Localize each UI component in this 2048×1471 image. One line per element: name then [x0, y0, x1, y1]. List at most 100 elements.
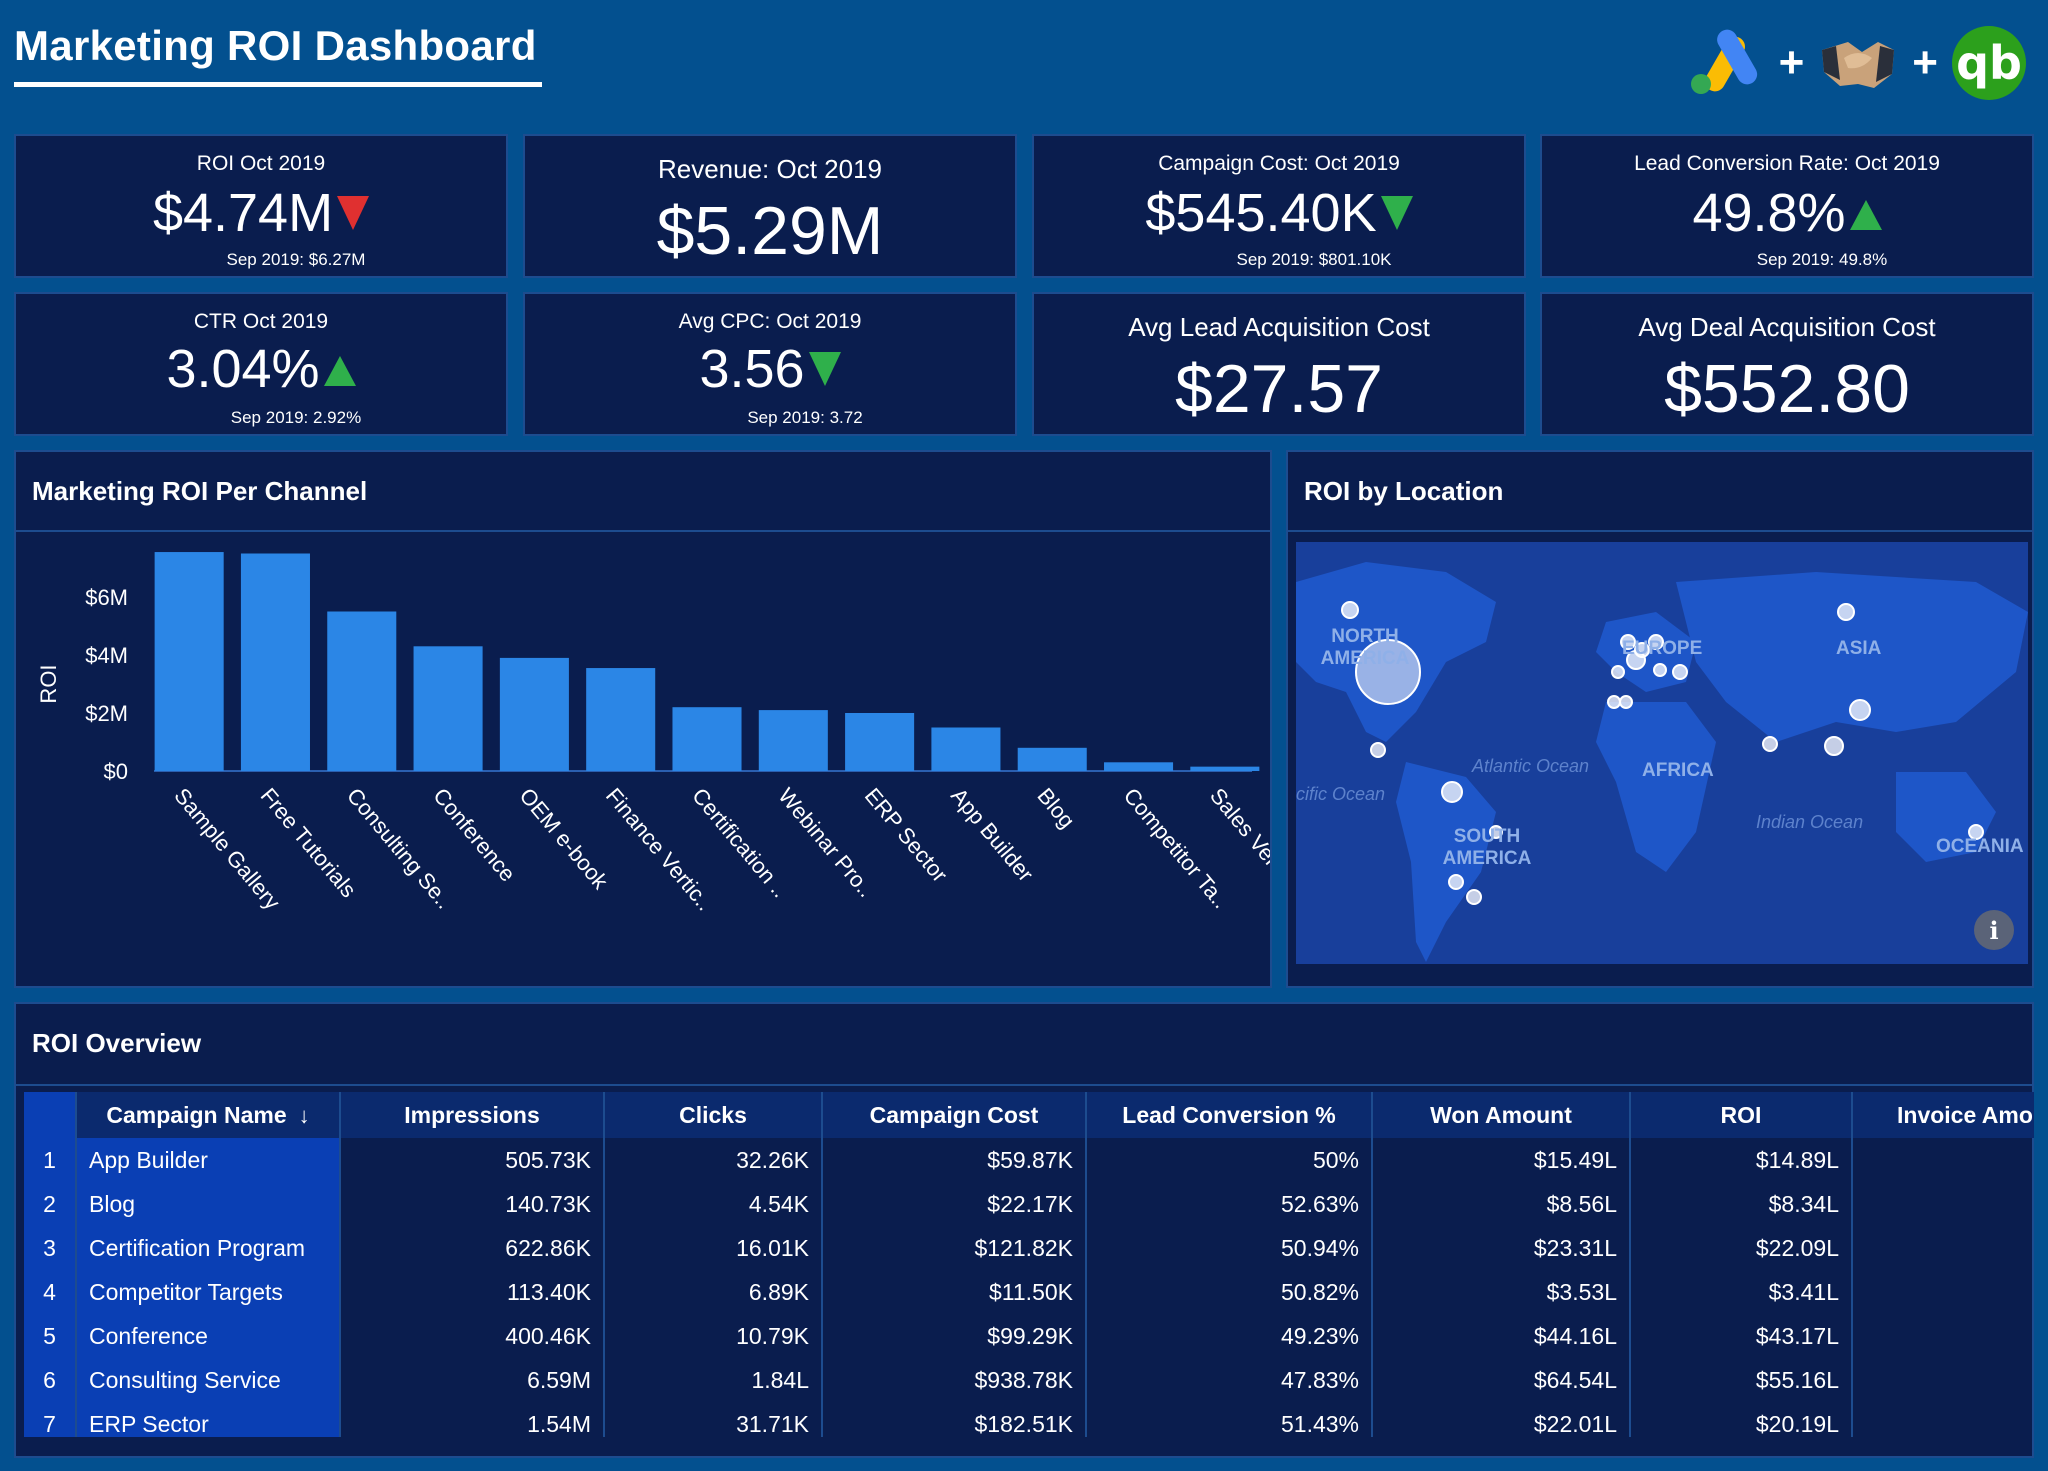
cell-won: $3.53L — [1372, 1270, 1631, 1314]
table-row[interactable]: 4 Competitor Targets 113.40K 6.89K $11.50K 50… — [24, 1270, 2034, 1314]
cell-impressions: 140.73K — [340, 1182, 605, 1226]
table-row[interactable]: 5 Conference 400.46K 10.79K $99.29K 49.23% $44… — [24, 1314, 2034, 1358]
kpi-ctr: CTR Oct 2019 3.04% Sep 2019: 2.92% — [14, 292, 508, 436]
cell-impressions: 505.73K — [340, 1138, 605, 1182]
roi-per-channel-panel: Marketing ROI Per Channel ROI $0 $2M $4M $6M… — [14, 450, 1272, 988]
x-tick-label: App Builder — [946, 783, 1038, 886]
column-header-campaign-name[interactable]: Campaign Name ↓ — [76, 1092, 341, 1138]
column-header-roi[interactable]: ROI — [1630, 1092, 1853, 1138]
cell-clicks: 1.84L — [604, 1358, 823, 1402]
cell-name: Certification Program — [76, 1226, 341, 1270]
divider — [16, 1084, 2032, 1086]
column-header-won-amount[interactable]: Won Amount — [1372, 1092, 1631, 1138]
cell-conv: 50% — [1086, 1138, 1373, 1182]
cell-cost: $938.78K — [822, 1358, 1087, 1402]
column-header-index — [24, 1092, 77, 1138]
trend-down-icon — [337, 196, 370, 230]
bar-8[interactable] — [845, 713, 915, 771]
bar-11[interactable] — [1104, 762, 1174, 771]
cell-roi: $55.16L — [1630, 1358, 1853, 1402]
roi-overview-table: Campaign Name ↓ Impressions Clicks Campai… — [24, 1092, 2034, 1437]
kpi-subtext: Sep 2019: $801.10K — [1236, 250, 1392, 269]
cell-conv: 50.94% — [1086, 1226, 1373, 1270]
sort-desc-icon[interactable]: ↓ — [299, 1103, 310, 1129]
cell-idx: 5 — [24, 1314, 77, 1358]
x-tick-label: Sales Ver.. — [1205, 783, 1270, 880]
roi-by-location-panel: ROI by Location NORTH AMERICA SOUTH AMER… — [1286, 450, 2034, 988]
table-row[interactable]: 6 Consulting Service 6.59M 1.84L $938.78K 47.… — [24, 1358, 2034, 1402]
cell-invoice: $ — [1852, 1226, 2034, 1270]
bar-6[interactable] — [672, 707, 742, 771]
cell-invoice — [1852, 1270, 2034, 1314]
cell-roi: $22.09L — [1630, 1226, 1853, 1270]
cell-conv: 47.83% — [1086, 1358, 1373, 1402]
kpi-lead-conversion: Lead Conversion Rate: Oct 2019 49.8% Sep… — [1540, 134, 2034, 278]
kpi-value: $4.74M — [16, 182, 506, 244]
cell-name: Competitor Targets — [76, 1270, 341, 1314]
column-header-lead-conversion[interactable]: Lead Conversion % — [1086, 1092, 1373, 1138]
world-map-shapes — [1296, 562, 2028, 962]
column-header-impressions[interactable]: Impressions — [340, 1092, 605, 1138]
plus-icon: + — [1912, 38, 1938, 87]
map-label-south-america: SOUTH AMERICA — [1442, 826, 1532, 869]
map-label-pacific-ocean: cific Ocean — [1296, 784, 1386, 804]
column-header-clicks[interactable]: Clicks — [604, 1092, 823, 1138]
column-header-campaign-cost[interactable]: Campaign Cost — [822, 1092, 1087, 1138]
bar-10[interactable] — [1017, 747, 1087, 771]
map-label-oceania: OCEANIA — [1936, 836, 2024, 857]
kpi-title: Lead Conversion Rate: Oct 2019 — [1634, 152, 1940, 175]
bar-5[interactable] — [586, 668, 656, 771]
kpi-subtext: Sep 2019: 49.8% — [1756, 250, 1888, 269]
kpi-title: Avg CPC: Oct 2019 — [678, 310, 862, 333]
world-map[interactable]: NORTH AMERICA SOUTH AMERICA EUROPE ASIA … — [1296, 542, 2028, 964]
kpi-avg-deal-acquisition: Avg Deal Acquisition Cost $552.80 — [1540, 292, 2034, 436]
cell-invoice — [1852, 1402, 2034, 1437]
bar-3[interactable] — [413, 646, 483, 771]
cell-roi: $3.41L — [1630, 1270, 1853, 1314]
cell-name: Blog — [76, 1182, 341, 1226]
kpi-value: $5.29M — [656, 193, 884, 269]
cell-impressions: 400.46K — [340, 1314, 605, 1358]
table-row[interactable]: 7 ERP Sector 1.54M 31.71K $182.51K 51.43% $22.… — [24, 1402, 2034, 1437]
bar-7[interactable] — [758, 710, 828, 771]
x-tick-label: ERP Sector — [860, 783, 953, 887]
kpi-subtext: Sep 2019: 3.72 — [747, 408, 863, 427]
kpi-value: $545.40K — [1034, 182, 1524, 244]
map-label-atlantic-ocean: Atlantic Ocean — [1472, 756, 1590, 776]
map-label-europe: EUROPE — [1622, 638, 1703, 659]
cell-won: $15.49L — [1372, 1138, 1631, 1182]
bar-0[interactable] — [154, 552, 224, 771]
kpi-avg-cpc: Avg CPC: Oct 2019 3.56 Sep 2019: 3.72 — [523, 292, 1017, 436]
cell-won: $64.54L — [1372, 1358, 1631, 1402]
kpi-roi: ROI Oct 2019 $4.74M Sep 2019: $6.27M — [14, 134, 508, 278]
bar-4[interactable] — [499, 657, 569, 771]
cell-won: $23.31L — [1372, 1226, 1631, 1270]
kpi-title: Avg Lead Acquisition Cost — [1128, 312, 1430, 342]
cell-roi: $43.17L — [1630, 1314, 1853, 1358]
cell-conv: 52.63% — [1086, 1182, 1373, 1226]
bar-2[interactable] — [327, 611, 397, 772]
y-tick-label: $4M — [85, 643, 128, 668]
table-row[interactable]: 3 Certification Program 622.86K 16.01K $121.… — [24, 1226, 2034, 1270]
table-row[interactable]: 2 Blog 140.73K 4.54K $22.17K 52.63% $8.56L $8.3… — [24, 1182, 2034, 1226]
trend-down-icon — [1380, 196, 1413, 230]
cell-idx: 2 — [24, 1182, 77, 1226]
divider — [16, 530, 1270, 532]
info-icon[interactable]: i — [1974, 910, 2014, 950]
bar-12[interactable] — [1190, 766, 1260, 771]
kpi-value: $552.80 — [1664, 351, 1910, 427]
roi-overview-table-wrapper[interactable]: Campaign Name ↓ Impressions Clicks Campai… — [24, 1092, 2034, 1437]
trend-down-icon — [808, 352, 841, 386]
bar-1[interactable] — [240, 553, 310, 772]
y-tick-label: $6M — [85, 585, 128, 610]
cell-idx: 7 — [24, 1402, 77, 1437]
x-tick-label: Blog — [1032, 783, 1079, 833]
kpi-title: Avg Deal Acquisition Cost — [1638, 312, 1936, 342]
bar-9[interactable] — [931, 727, 1001, 772]
column-header-invoice-amount[interactable]: Invoice Amo — [1852, 1092, 2034, 1138]
table-row[interactable]: 1 App Builder 505.73K 32.26K $59.87K 50% $15.4… — [24, 1138, 2034, 1182]
dashboard-title: Marketing ROI Dashboard — [14, 22, 537, 69]
kpi-value: 3.04% — [16, 338, 506, 400]
map-label-africa: AFRICA — [1642, 760, 1714, 781]
kpi-campaign-cost: Campaign Cost: Oct 2019 $545.40K Sep 201… — [1032, 134, 1526, 278]
